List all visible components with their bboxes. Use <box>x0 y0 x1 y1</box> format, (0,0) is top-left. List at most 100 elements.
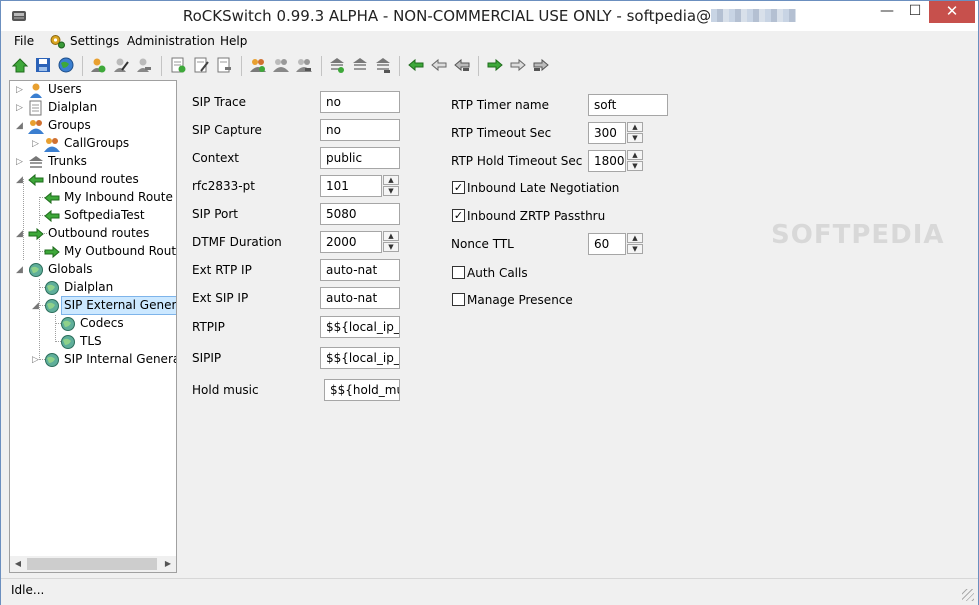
collapse-arrow-icon[interactable]: ◢ <box>32 301 40 311</box>
collapse-arrow-icon[interactable]: ◢ <box>16 265 24 275</box>
sip-port-label: SIP Port <box>192 207 238 221</box>
menu-help[interactable]: Help <box>220 34 247 48</box>
scrollbar-thumb[interactable] <box>27 558 157 570</box>
edit-group-icon[interactable] <box>272 56 290 74</box>
spin-down-icon[interactable]: ▼ <box>383 242 399 252</box>
close-button[interactable]: ✕ <box>929 1 975 23</box>
manage-presence-checkbox[interactable] <box>452 293 465 306</box>
scroll-right-icon[interactable]: ▶ <box>160 556 176 572</box>
globe-icon[interactable] <box>57 56 75 74</box>
delete-outbound-route-icon[interactable] <box>532 56 550 74</box>
menu-file[interactable]: File <box>14 34 34 48</box>
horizontal-scrollbar[interactable]: ◀ ▶ <box>10 556 176 572</box>
context-input[interactable]: public <box>320 147 400 169</box>
inbound-late-negotiation-checkbox[interactable]: ✓ <box>452 181 465 194</box>
ext-rtp-ip-label: Ext RTP IP <box>192 263 252 277</box>
dtmf-duration-input[interactable]: 2000 <box>320 231 382 253</box>
ext-sip-ip-input[interactable]: auto-nat <box>320 287 400 309</box>
rfc2833-pt-label: rfc2833-pt <box>192 179 255 193</box>
hold-music-input[interactable]: $${hold_mus <box>324 379 400 401</box>
watermark: SOFTPEDIA <box>771 220 945 250</box>
delete-trunk-icon[interactable] <box>374 56 392 74</box>
settings-form: SOFTPEDIA SIP Trace no SIP Capture no Co… <box>181 80 976 573</box>
tree-label: SoftpediaTest <box>64 208 145 222</box>
edit-outbound-route-icon[interactable] <box>509 56 527 74</box>
context-label: Context <box>192 151 240 165</box>
group-icon <box>28 120 44 134</box>
inbound-zrtp-passthru-checkbox[interactable]: ✓ <box>452 209 465 222</box>
maximize-button[interactable]: ☐ <box>902 1 928 23</box>
user-icon <box>30 83 42 98</box>
app-window: RoCKSwitch 0.99.3 ALPHA - NON-COMMERCIAL… <box>0 0 979 605</box>
spin-down-icon[interactable]: ▼ <box>627 244 643 254</box>
rfc2833-pt-input[interactable]: 101 <box>320 175 382 197</box>
rtp-timeout-sec-label: RTP Timeout Sec <box>451 126 552 140</box>
sipip-input[interactable]: $${local_ip_v4 <box>320 347 400 369</box>
expand-arrow-icon[interactable]: ▷ <box>32 139 40 149</box>
menu-settings[interactable]: Settings <box>70 34 119 48</box>
toolbar-separator <box>478 56 479 76</box>
spin-up-icon[interactable]: ▲ <box>383 231 399 241</box>
add-dialplan-icon[interactable] <box>169 56 187 74</box>
save-icon[interactable] <box>34 56 52 74</box>
spin-down-icon[interactable]: ▼ <box>627 133 643 143</box>
expand-arrow-icon[interactable]: ▷ <box>16 85 24 95</box>
menu-administration[interactable]: Administration <box>127 34 215 48</box>
window-title: RoCKSwitch 0.99.3 ALPHA - NON-COMMERCIAL… <box>1 7 978 25</box>
expand-arrow-icon[interactable]: ▷ <box>32 355 40 365</box>
rtpip-input[interactable]: $${local_ip_v4 <box>320 316 400 338</box>
scroll-left-icon[interactable]: ◀ <box>10 556 26 572</box>
rtp-hold-timeout-sec-input[interactable]: 1800 <box>588 150 626 172</box>
document-icon <box>29 100 42 116</box>
connect-icon[interactable] <box>11 56 29 74</box>
spin-up-icon[interactable]: ▲ <box>383 175 399 185</box>
toolbar-separator <box>399 56 400 76</box>
menu-bar: File Settings Administration Help <box>1 31 978 52</box>
add-trunk-icon[interactable] <box>328 56 346 74</box>
expand-arrow-icon[interactable]: ▷ <box>16 103 24 113</box>
tree-connector <box>55 315 56 342</box>
collapse-arrow-icon[interactable]: ◢ <box>16 121 24 131</box>
spin-up-icon[interactable]: ▲ <box>627 122 643 132</box>
expand-arrow-icon[interactable]: ▷ <box>16 157 24 167</box>
tree-connector <box>23 179 24 260</box>
nonce-ttl-stepper[interactable]: ▲ ▼ <box>627 233 644 255</box>
add-inbound-route-icon[interactable] <box>407 56 425 74</box>
delete-group-icon[interactable] <box>295 56 313 74</box>
spin-up-icon[interactable]: ▲ <box>627 150 643 160</box>
globe-icon <box>61 335 75 349</box>
nonce-ttl-input[interactable]: 60 <box>588 233 626 255</box>
spin-down-icon[interactable]: ▼ <box>627 161 643 171</box>
add-group-icon[interactable] <box>249 56 267 74</box>
delete-user-icon[interactable] <box>135 56 153 74</box>
navigation-tree[interactable]: ▷ Users ▷ Dialplan ◢ Groups ▷ CallGroups… <box>9 80 177 573</box>
edit-dialplan-icon[interactable] <box>192 56 210 74</box>
edit-user-icon[interactable] <box>112 56 130 74</box>
rtp-timeout-sec-stepper[interactable]: ▲ ▼ <box>627 122 644 144</box>
edit-inbound-route-icon[interactable] <box>430 56 448 74</box>
collapse-arrow-icon[interactable]: ◢ <box>16 175 24 185</box>
collapse-arrow-icon[interactable]: ◢ <box>16 229 24 239</box>
add-outbound-route-icon[interactable] <box>486 56 504 74</box>
tree-label: CallGroups <box>64 136 130 150</box>
spin-up-icon[interactable]: ▲ <box>627 233 643 243</box>
sip-trace-input[interactable]: no <box>320 91 400 113</box>
delete-inbound-route-icon[interactable] <box>453 56 471 74</box>
auth-calls-checkbox[interactable] <box>452 266 465 279</box>
add-user-icon[interactable] <box>89 56 107 74</box>
edit-trunk-icon[interactable] <box>351 56 369 74</box>
rtp-timeout-sec-input[interactable]: 300 <box>588 122 626 144</box>
rtp-hold-timeout-sec-stepper[interactable]: ▲ ▼ <box>627 150 644 172</box>
sip-capture-input[interactable]: no <box>320 119 400 141</box>
spin-down-icon[interactable]: ▼ <box>383 186 399 196</box>
ext-rtp-ip-input[interactable]: auto-nat <box>320 259 400 281</box>
resize-grip-icon[interactable] <box>962 589 974 601</box>
rfc2833-pt-stepper[interactable]: ▲ ▼ <box>383 175 400 197</box>
rtp-timer-name-input[interactable]: soft <box>588 94 668 116</box>
delete-dialplan-icon[interactable] <box>215 56 233 74</box>
minimize-button[interactable]: — <box>874 1 900 23</box>
dtmf-duration-stepper[interactable]: ▲ ▼ <box>383 231 400 253</box>
dtmf-duration-label: DTMF Duration <box>192 235 282 249</box>
sip-port-input[interactable]: 5080 <box>320 203 400 225</box>
tree-label: Outbound routes <box>48 226 150 240</box>
